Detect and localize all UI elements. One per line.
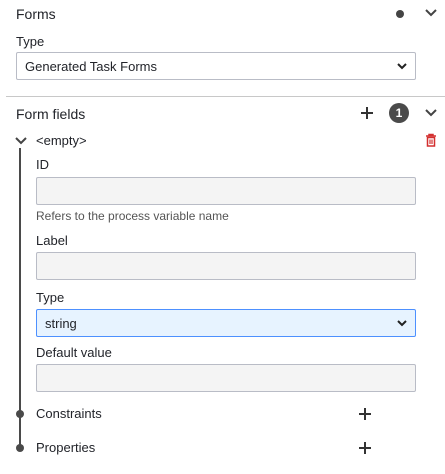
forms-title: Forms xyxy=(16,6,56,22)
id-input[interactable] xyxy=(36,177,416,205)
form-type-select[interactable]: Generated Task Forms xyxy=(16,52,416,80)
form-fields-collapse-chevron-icon[interactable] xyxy=(424,106,438,120)
properties-node-icon xyxy=(16,444,24,452)
forms-status-dot-icon xyxy=(396,10,404,18)
label-input[interactable] xyxy=(36,252,416,280)
section-divider xyxy=(6,96,445,97)
field-type-select[interactable]: string xyxy=(36,309,416,337)
properties-label: Properties xyxy=(36,440,96,455)
form-fields-title: Form fields xyxy=(16,106,86,122)
entry-collapse-chevron-icon[interactable] xyxy=(14,134,28,148)
form-type-select-value: Generated Task Forms xyxy=(25,58,157,74)
form-field-count-badge: 1 xyxy=(389,103,409,123)
tree-connector-line xyxy=(19,148,21,446)
constraints-node-icon xyxy=(16,410,24,418)
type-label: Type xyxy=(16,34,45,49)
chevron-down-icon xyxy=(397,63,407,70)
default-value-input[interactable] xyxy=(36,364,416,392)
default-value-label: Default value xyxy=(36,345,112,360)
add-property-icon[interactable] xyxy=(358,441,372,455)
delete-entry-icon[interactable] xyxy=(425,133,437,147)
forms-collapse-chevron-icon[interactable] xyxy=(424,6,438,20)
id-label: ID xyxy=(36,157,49,172)
constraints-label: Constraints xyxy=(36,406,102,421)
field-type-label: Type xyxy=(36,290,65,305)
field-type-select-value: string xyxy=(45,315,77,331)
label-label: Label xyxy=(36,233,68,248)
id-hint: Refers to the process variable name xyxy=(36,209,229,223)
chevron-down-icon xyxy=(397,320,407,327)
add-constraint-icon[interactable] xyxy=(358,407,372,421)
entry-name: <empty> xyxy=(36,133,87,148)
add-form-field-icon[interactable] xyxy=(360,106,374,120)
